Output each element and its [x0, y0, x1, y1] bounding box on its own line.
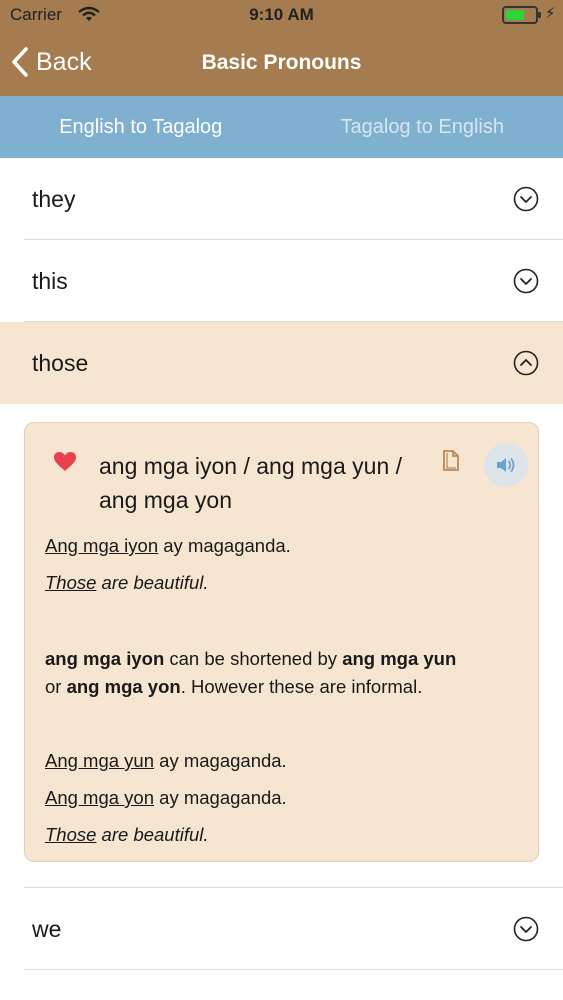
battery-icon	[502, 6, 541, 24]
list-item-label: they	[32, 185, 76, 212]
speaker-icon	[497, 458, 515, 472]
navigation-header: Carrier 9:10 AM ⚡ Back Basic Pronouns	[0, 0, 563, 96]
chevron-down-circle-icon[interactable]	[513, 916, 539, 942]
heart-icon[interactable]	[53, 451, 77, 472]
pronoun-list: they this those ang mga iyon / ang mga y…	[0, 158, 563, 970]
speaker-button[interactable]	[484, 443, 528, 487]
list-item-label: those	[32, 349, 89, 376]
direction-tabs: English to Tagalog Tagalog to English	[0, 96, 563, 158]
list-item-they[interactable]: they	[0, 158, 563, 240]
chevron-up-circle-icon[interactable]	[513, 350, 539, 376]
detail-section: ang mga iyon / ang mga yun / ang mga yon…	[0, 404, 563, 888]
usage-note: ang mga iyon can be shortened by ang mga…	[45, 648, 457, 697]
status-time: 9:10 AM	[249, 5, 314, 24]
tab-tagalog-to-english[interactable]: Tagalog to English	[282, 96, 563, 158]
tagalog-phrase: ang mga iyon / ang mga yun / ang mga yon	[99, 453, 403, 513]
example-sentence-1: Ang mga iyon ay magaganda.	[45, 535, 291, 556]
example-sentence-3: Ang mga yon ay magaganda.	[45, 787, 287, 808]
list-item-we[interactable]: we	[0, 888, 563, 970]
list-item-label: this	[32, 267, 68, 294]
page-title: Basic Pronouns	[201, 51, 362, 74]
chevron-down-circle-icon[interactable]	[513, 268, 539, 294]
charging-bolt-icon: ⚡	[545, 5, 556, 22]
copy-icon[interactable]	[441, 449, 461, 473]
list-item-label: we	[32, 915, 62, 942]
list-item-those[interactable]: those	[0, 322, 563, 404]
status-bar: Carrier 9:10 AM ⚡	[0, 0, 563, 30]
detail-card: ang mga iyon / ang mga yun / ang mga yon…	[24, 422, 539, 862]
translation-1: Those are beautiful.	[45, 572, 209, 593]
chevron-down-circle-icon[interactable]	[513, 186, 539, 212]
list-item-this[interactable]: this	[0, 240, 563, 322]
translation-2: Those are beautiful.	[45, 824, 209, 845]
tab-english-to-tagalog[interactable]: English to Tagalog	[0, 96, 282, 158]
example-sentence-2: Ang mga yun ay magaganda.	[45, 750, 287, 771]
